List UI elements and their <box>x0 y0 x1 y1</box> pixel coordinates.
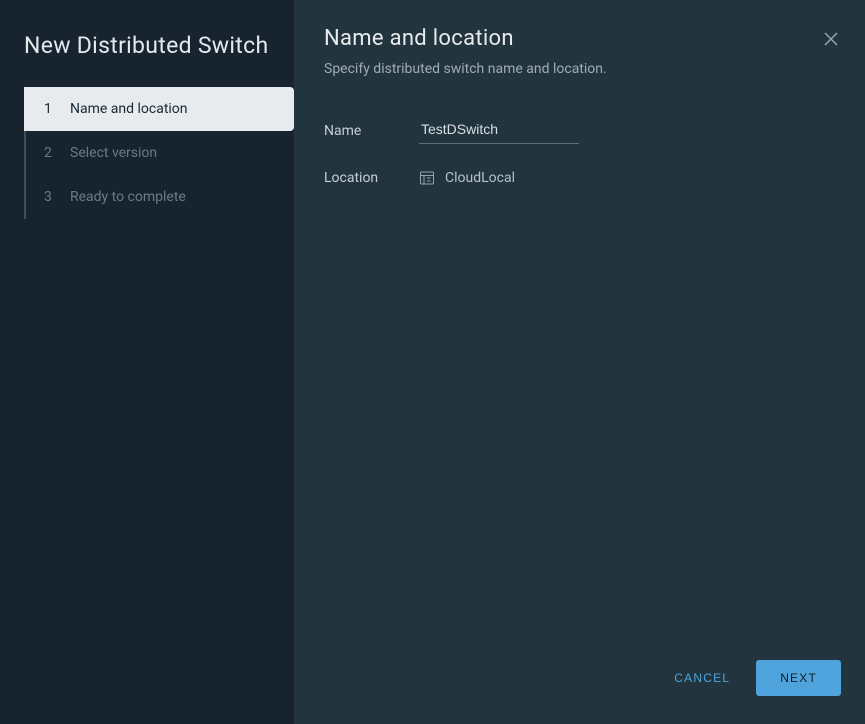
steps-list: 1 Name and location 2 Select version 3 R… <box>24 87 294 219</box>
step-ready-to-complete[interactable]: 3 Ready to complete <box>24 175 294 219</box>
content-header: Name and location Specify distributed sw… <box>294 0 865 87</box>
form-row-location: Location CloudLocal <box>324 170 835 186</box>
step-number: 2 <box>44 145 56 161</box>
content-subtitle: Specify distributed switch name and loca… <box>324 61 835 77</box>
datacenter-icon <box>419 170 435 186</box>
step-number: 1 <box>44 101 56 117</box>
step-name-and-location[interactable]: 1 Name and location <box>24 87 294 131</box>
location-label: Location <box>324 170 419 186</box>
form-body: Name Location CloudLocal <box>294 87 865 212</box>
wizard-sidebar: New Distributed Switch 1 Name and locati… <box>0 0 294 724</box>
name-label: Name <box>324 123 419 139</box>
location-value-container: CloudLocal <box>419 170 515 186</box>
step-label: Select version <box>70 145 157 161</box>
content-panel: Name and location Specify distributed sw… <box>294 0 865 724</box>
name-input[interactable] <box>419 117 579 144</box>
content-title: Name and location <box>324 26 835 51</box>
location-text: CloudLocal <box>445 170 515 186</box>
wizard-title: New Distributed Switch <box>0 24 294 87</box>
close-button[interactable] <box>821 30 841 50</box>
step-label: Ready to complete <box>70 189 186 205</box>
wizard-footer: CANCEL NEXT <box>294 644 865 724</box>
next-button[interactable]: NEXT <box>756 660 841 696</box>
form-row-name: Name <box>324 117 835 144</box>
step-label: Name and location <box>70 101 188 117</box>
close-icon <box>824 31 838 50</box>
wizard-dialog: New Distributed Switch 1 Name and locati… <box>0 0 865 724</box>
step-number: 3 <box>44 189 56 205</box>
step-select-version[interactable]: 2 Select version <box>24 131 294 175</box>
cancel-button[interactable]: CANCEL <box>670 663 734 693</box>
